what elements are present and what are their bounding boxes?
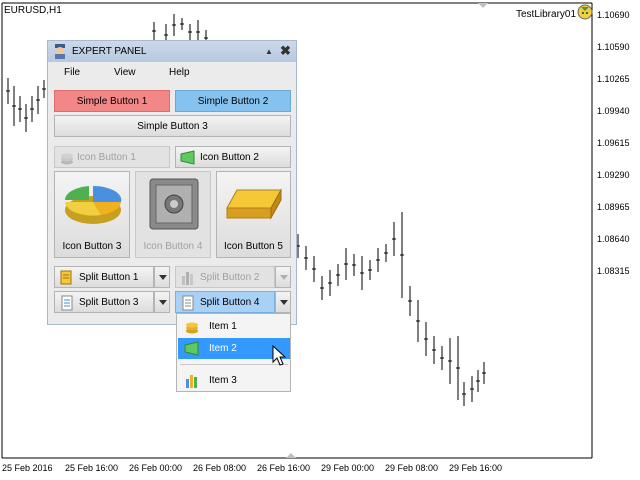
simple-button-3[interactable]: Simple Button 3 (54, 115, 291, 137)
price-label: 1.10265 (597, 74, 630, 84)
money-icon (180, 150, 195, 165)
gold-bar-icon (226, 188, 282, 220)
menu-view[interactable]: View (114, 67, 136, 78)
menu-file[interactable]: File (64, 67, 80, 78)
split-button-4-arrow[interactable] (275, 291, 291, 313)
money-icon (184, 341, 199, 356)
split-button-3-label: Split Button 3 (79, 297, 139, 308)
split-button-1-arrow[interactable] (154, 266, 170, 288)
price-label: 1.10590 (597, 42, 630, 52)
price-label: 1.10690 (597, 10, 630, 20)
icon-button-4-label: Icon Button 4 (143, 241, 203, 252)
time-label: 29 Feb 00:00 (321, 463, 375, 473)
time-label: 26 Feb 00:00 (129, 463, 183, 473)
split-button-3-arrow[interactable] (154, 291, 170, 313)
expert-icon (55, 44, 65, 59)
time-label: 29 Feb 16:00 (449, 463, 503, 473)
split-button-4-label: Split Button 4 (200, 297, 260, 308)
pie-chart-icon (64, 185, 122, 224)
dropdown-item-2-label: Item 2 (209, 343, 237, 354)
indicator-label: TestLibrary01 (516, 9, 577, 20)
split-button-2-arrow[interactable] (275, 266, 291, 288)
icon-button-1[interactable]: Icon Button 1 (54, 146, 170, 168)
split-button-2-label: Split Button 2 (200, 272, 260, 283)
icon-button-1-label: Icon Button 1 (77, 152, 136, 163)
notepad-icon (182, 295, 194, 311)
icon-button-3-label: Icon Button 3 (62, 241, 122, 252)
document-icon (61, 295, 73, 311)
menu-help[interactable]: Help (169, 67, 190, 78)
menu-bar: File View Help (48, 62, 296, 81)
time-label: 26 Feb 08:00 (193, 463, 247, 473)
price-label: 1.09940 (597, 106, 630, 116)
price-label: 1.08640 (597, 234, 630, 244)
price-label: 1.09290 (597, 170, 630, 180)
simple-button-1[interactable]: Simple Button 1 (54, 90, 170, 112)
coins-icon (60, 270, 72, 285)
dropdown-item-1[interactable]: Item 1 (178, 316, 290, 337)
dropdown-item-3-label: Item 3 (209, 375, 237, 386)
time-label: 25 Feb 16:00 (65, 463, 119, 473)
simple-button-1-label: Simple Button 1 (76, 96, 148, 107)
bar-chart-icon (186, 375, 197, 388)
coins-icon (186, 322, 198, 334)
symbol-label: EURUSD,H1 (4, 5, 62, 16)
split-button-1[interactable]: Split Button 1 (54, 266, 154, 288)
simple-button-3-label: Simple Button 3 (137, 121, 208, 132)
time-label: 25 Feb 2016 (2, 463, 53, 473)
dropdown-item-1-label: Item 1 (209, 321, 237, 332)
icon-button-2[interactable]: Icon Button 2 (175, 146, 291, 168)
expert-panel[interactable]: EXPERT PANEL ▲ ✖ File View Help Simple B… (47, 40, 297, 325)
split-button-4[interactable]: Split Button 4 (175, 291, 275, 313)
scroll-marker-bottom (286, 453, 296, 458)
simple-button-2-label: Simple Button 2 (197, 96, 269, 107)
smiley-icon[interactable] (577, 4, 593, 20)
price-label: 1.08315 (597, 266, 630, 276)
icon-button-5[interactable]: Icon Button 5 (216, 171, 291, 258)
close-button[interactable]: ✖ (280, 43, 291, 59)
dropdown-item-3[interactable]: Item 3 (178, 370, 290, 391)
minimize-button[interactable]: ▲ (265, 47, 273, 56)
split-button-1-label: Split Button 1 (79, 272, 139, 283)
panel-caption[interactable]: EXPERT PANEL ▲ ✖ (48, 41, 296, 62)
time-label: 29 Feb 08:00 (385, 463, 439, 473)
icon-button-3[interactable]: Icon Button 3 (54, 171, 130, 258)
icon-button-4[interactable]: Icon Button 4 (135, 171, 211, 258)
bar-chart-icon (182, 272, 193, 285)
mouse-cursor-icon (272, 345, 287, 366)
scroll-marker-top (478, 3, 488, 8)
icon-button-2-label: Icon Button 2 (200, 152, 259, 163)
price-label: 1.09615 (597, 138, 630, 148)
icon-button-5-label: Icon Button 5 (224, 241, 283, 252)
split-button-2[interactable]: Split Button 2 (175, 266, 275, 288)
panel-title: EXPERT PANEL (72, 46, 147, 57)
simple-button-2[interactable]: Simple Button 2 (175, 90, 291, 112)
split-button-3[interactable]: Split Button 3 (54, 291, 154, 313)
safe-icon (149, 178, 199, 230)
time-label: 26 Feb 16:00 (257, 463, 311, 473)
price-label: 1.08965 (597, 202, 630, 212)
coins-icon (61, 153, 73, 165)
